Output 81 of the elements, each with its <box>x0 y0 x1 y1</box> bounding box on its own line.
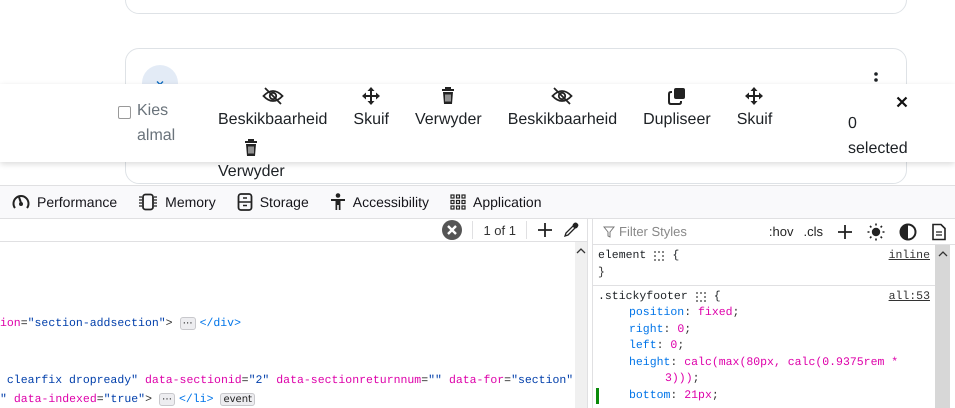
select-all-label[interactable]: Kies almal <box>137 98 180 148</box>
event-badge[interactable]: event <box>220 393 255 406</box>
devtools-tab[interactable]: Storage <box>236 193 309 211</box>
code-punctuation: > <box>145 393 152 406</box>
code-punctuation: = <box>504 374 512 387</box>
close-icon[interactable] <box>896 96 908 108</box>
checkbox[interactable] <box>118 106 131 119</box>
add-node-icon[interactable] <box>537 222 553 238</box>
document-icon[interactable] <box>931 222 947 240</box>
sun-icon[interactable] <box>867 222 885 240</box>
action-button[interactable]: Beskikbaarheid <box>218 86 340 137</box>
action-button[interactable]: Skuif <box>724 86 786 137</box>
attribute-value: "section" <box>511 374 574 387</box>
attribute-value: "true" <box>104 393 146 406</box>
css-selector: .stickyfooter <box>598 289 688 305</box>
search-result-count: 1 of 1 <box>483 222 516 238</box>
move-arrows-icon <box>362 86 380 106</box>
attribute-value: " <box>0 393 7 406</box>
action-button[interactable]: Skuif <box>340 86 402 137</box>
action-button[interactable]: Verwyder <box>402 86 495 137</box>
duplicate-icon <box>668 86 686 106</box>
close-brace: } <box>598 265 606 281</box>
attribute-name: data-sectionreturnnum <box>276 374 422 387</box>
rule-source-link[interactable]: all:53 <box>888 288 930 305</box>
contrast-icon[interactable] <box>899 222 917 240</box>
grip-icon[interactable] <box>696 292 706 302</box>
attribute-value: "2" <box>248 374 270 387</box>
expand-badge[interactable]: ⋯ <box>180 317 196 330</box>
scroll-up-icon[interactable] <box>938 251 948 257</box>
css-declaration[interactable]: height: calc(max(80px, calc(0.9375rem * 3))); <box>596 354 930 388</box>
devtools-tab[interactable]: Accessibility <box>330 193 430 211</box>
more-icon[interactable] <box>874 72 878 82</box>
move-arrows-icon <box>745 86 764 106</box>
selection-count: 0 selected <box>848 114 909 159</box>
attribute-value: "section-addsection" <box>28 317 166 330</box>
attribute-name: data-indexed <box>14 393 97 406</box>
css-declaration[interactable]: position: fixed; <box>596 305 930 322</box>
grip-icon[interactable] <box>654 250 664 260</box>
clear-search-icon[interactable] <box>442 220 462 240</box>
eye-slash-icon <box>551 86 574 106</box>
css-selector: element <box>598 248 646 264</box>
filter-styles-field[interactable]: Filter Styles <box>603 224 755 239</box>
toggle-button[interactable]: :hov <box>768 224 794 239</box>
devtools-tab[interactable]: Memory <box>138 193 216 211</box>
tag-name: </div> <box>200 317 241 330</box>
attribute-value: clearfix dropready" <box>6 374 138 387</box>
action-button[interactable]: Beskikbaarheid <box>494 86 630 137</box>
open-brace: { <box>714 289 721 305</box>
person-icon <box>330 193 346 211</box>
cabinet-icon <box>236 193 253 211</box>
action-button[interactable]: Dupliseer <box>630 86 724 137</box>
attribute-name: data-sectionid <box>145 374 242 387</box>
code-punctuation: = <box>96 393 104 406</box>
code-punctuation: > <box>166 317 173 330</box>
gauge-icon <box>12 193 30 211</box>
attribute-value: "" <box>428 374 442 387</box>
toggle-button[interactable]: .cls <box>804 224 823 239</box>
code-punctuation: = <box>421 374 428 387</box>
chip-icon <box>138 193 158 211</box>
scroll-up-icon[interactable] <box>576 248 586 254</box>
code-punctuation: = <box>242 374 249 387</box>
grid-icon <box>450 194 466 210</box>
devtools-tab[interactable]: Performance <box>12 193 118 211</box>
tag-name: </li> <box>178 393 214 406</box>
devtools-tab[interactable]: Application <box>450 194 542 210</box>
attribute-name: ion <box>0 317 21 330</box>
add-rule-icon[interactable] <box>837 224 853 240</box>
attribute-name: data-for <box>448 374 504 387</box>
css-declaration[interactable]: right: 0; <box>596 322 930 338</box>
eye-slash-icon <box>262 86 284 106</box>
rule-source-link[interactable]: inline <box>888 247 930 264</box>
eyedropper-icon[interactable] <box>563 222 579 238</box>
trash-icon <box>244 138 258 158</box>
code-punctuation: = <box>20 317 28 330</box>
expand-badge[interactable]: ⋯ <box>158 393 175 406</box>
open-brace: { <box>672 248 680 264</box>
funnel-icon <box>603 226 615 238</box>
scrollbar[interactable] <box>935 245 950 408</box>
scrollbar[interactable] <box>575 242 587 408</box>
css-declaration[interactable]: bottom: 21px; <box>596 388 930 404</box>
css-declaration[interactable]: left: 0; <box>596 338 930 354</box>
